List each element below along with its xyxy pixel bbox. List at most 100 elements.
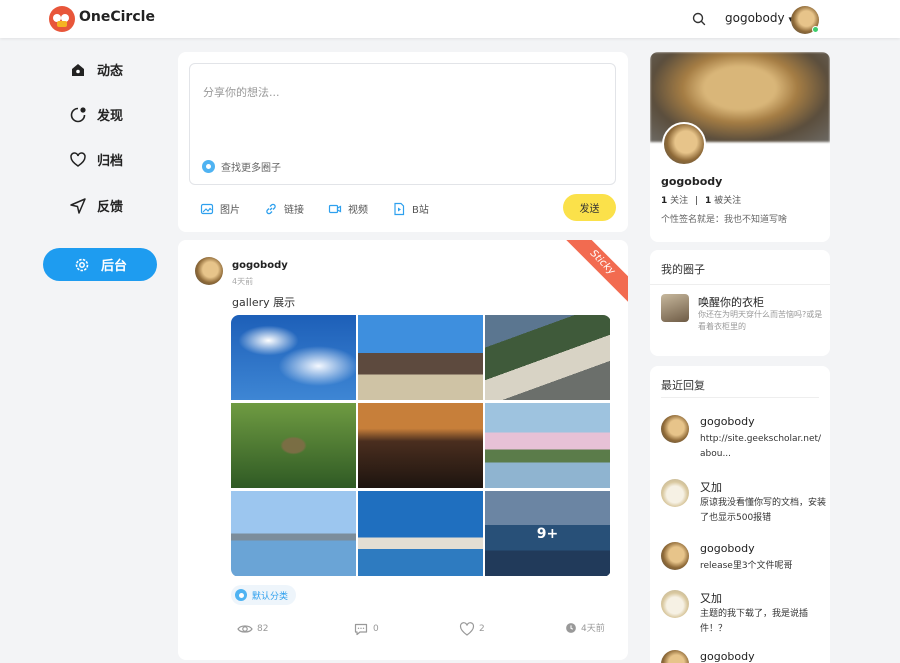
category-label: 默认分类	[252, 591, 289, 602]
post-author-name[interactable]: gogobody	[232, 260, 288, 271]
circle-finder-label: 查找更多圈子	[221, 163, 281, 174]
link-icon	[266, 203, 276, 214]
nav-item-label: 动态	[97, 64, 124, 79]
divider	[661, 397, 819, 398]
nav-item-archive[interactable]: 归档	[69, 150, 123, 169]
discover-icon	[70, 106, 86, 122]
tool-bilibili[interactable]: B站	[392, 201, 429, 216]
followers-label[interactable]: 被关注	[714, 196, 741, 206]
tool-image[interactable]: 图片	[200, 201, 240, 216]
user-menu[interactable]: gogobody ▾	[725, 11, 793, 25]
circle-thumbnail[interactable]	[661, 294, 689, 322]
reply-avatar[interactable]	[661, 415, 689, 443]
tool-video[interactable]: 视频	[328, 201, 368, 216]
profile-avatar[interactable]	[662, 122, 706, 166]
profile-name[interactable]: gogobody	[661, 175, 722, 188]
nav-item-label: 发现	[97, 109, 124, 124]
composer-placeholder: 分享你的想法...	[203, 86, 280, 99]
logo-beak	[57, 21, 67, 27]
comments-stat[interactable]: 0	[353, 621, 379, 637]
online-status-dot	[812, 26, 819, 33]
reply-text: 原谅我没看懂你写的文档，安装了也显示500报错	[700, 498, 827, 523]
post-text: gallery 展示	[232, 296, 296, 309]
reply-author[interactable]: gogobody	[700, 542, 755, 555]
send-button[interactable]: 发送	[563, 194, 616, 221]
gallery-image[interactable]	[231, 491, 356, 576]
gallery-image[interactable]	[358, 403, 483, 488]
bilibili-icon	[394, 202, 405, 215]
time-stat: 4天前	[565, 621, 605, 634]
nav-item-feedback[interactable]: 反馈	[69, 196, 123, 215]
tool-label: 视频	[348, 205, 368, 216]
gear-icon	[75, 258, 89, 271]
video-icon	[328, 204, 342, 213]
send-icon	[70, 197, 86, 214]
nav-item-label: 反馈	[97, 200, 124, 215]
nav-item-label: 归档	[97, 154, 124, 169]
composer-textarea[interactable]: 分享你的想法... 查找更多圈子	[189, 63, 616, 185]
tool-label: 链接	[284, 205, 304, 216]
clock-icon	[566, 622, 576, 633]
gallery-image[interactable]	[358, 491, 483, 576]
gallery-image[interactable]	[485, 403, 610, 488]
reply-author[interactable]: gogobody	[700, 415, 755, 428]
brand-logo[interactable]	[49, 6, 75, 32]
reply-avatar[interactable]	[661, 542, 689, 570]
gallery-image[interactable]	[231, 315, 356, 400]
brand-name[interactable]: OneCircle	[79, 9, 155, 25]
following-label[interactable]: 关注	[670, 196, 688, 206]
gallery-image[interactable]: 9+	[485, 491, 610, 576]
nav-item-discover[interactable]: 发现	[69, 105, 123, 124]
reply-avatar[interactable]	[661, 650, 689, 663]
section-title: 我的圈子	[661, 263, 705, 276]
category-icon	[235, 589, 247, 601]
eye-icon	[237, 625, 253, 633]
tool-link[interactable]: 链接	[264, 201, 304, 216]
recent-replies-card: 最近回复 gogobody http://site.geekscholar.ne…	[650, 366, 830, 663]
reply-author[interactable]: 又加	[700, 479, 722, 495]
likes-count: 2	[479, 624, 485, 634]
circle-icon	[202, 160, 215, 173]
circle-finder[interactable]: 查找更多圈子	[202, 159, 281, 174]
admin-button-label: 后台	[100, 259, 127, 274]
views-stat: 82	[237, 621, 268, 637]
admin-button[interactable]: 后台	[43, 248, 157, 281]
tool-label: B站	[412, 205, 429, 216]
search-icon[interactable]	[691, 11, 707, 27]
image-icon	[200, 203, 214, 214]
reply-avatar[interactable]	[661, 479, 689, 507]
following-count: 1	[661, 196, 668, 206]
post-gallery: 9+	[231, 315, 611, 577]
post-card: Sticky gogobody 4天前 gallery 展示 9+ 默认分类 8…	[178, 240, 628, 660]
post-date: 4天前	[581, 624, 605, 634]
reply-avatar[interactable]	[661, 590, 689, 618]
heart-icon	[70, 151, 86, 167]
nav-item-feed[interactable]: 动态	[69, 60, 123, 79]
post-time: 4天前	[232, 277, 254, 286]
reply-author[interactable]: 又加	[700, 590, 722, 606]
comments-count: 0	[373, 624, 379, 634]
post-author-avatar[interactable]	[195, 257, 223, 285]
circle-description: 你还在为明天穿什么而苦恼吗?或是看着衣柜里的	[698, 310, 823, 331]
my-circles-card: 我的圈子 唤醒你的衣柜 你还在为明天穿什么而苦恼吗?或是看着衣柜里的	[650, 250, 830, 356]
likes-stat[interactable]: 2	[459, 621, 485, 637]
post-composer: 分享你的想法... 查找更多圈子 图片 链接 视频 B站 发送	[178, 52, 628, 232]
gallery-image[interactable]	[485, 315, 610, 400]
more-images-count: 9+	[485, 491, 610, 576]
sticky-ribbon: Sticky	[561, 240, 628, 304]
views-count: 82	[257, 624, 269, 634]
header-username: gogobody	[725, 11, 785, 25]
comment-icon	[354, 623, 368, 636]
profile-signature: 个性签名就是：我也不知道写啥	[661, 215, 788, 225]
category-tag[interactable]: 默认分类	[231, 585, 297, 605]
gallery-image[interactable]	[231, 403, 356, 488]
profile-stats: 1 关注 | 1 被关注	[661, 193, 741, 206]
gallery-image[interactable]	[358, 315, 483, 400]
circle-name[interactable]: 唤醒你的衣柜	[698, 294, 764, 310]
followers-count: 1	[704, 196, 712, 206]
tool-label: 图片	[220, 205, 240, 216]
divider	[650, 284, 830, 285]
reply-text: release里3个文件呢哥	[700, 561, 793, 571]
reply-text: http://site.geekscholar.net/abou...	[700, 434, 822, 459]
reply-author[interactable]: gogobody	[700, 650, 755, 663]
